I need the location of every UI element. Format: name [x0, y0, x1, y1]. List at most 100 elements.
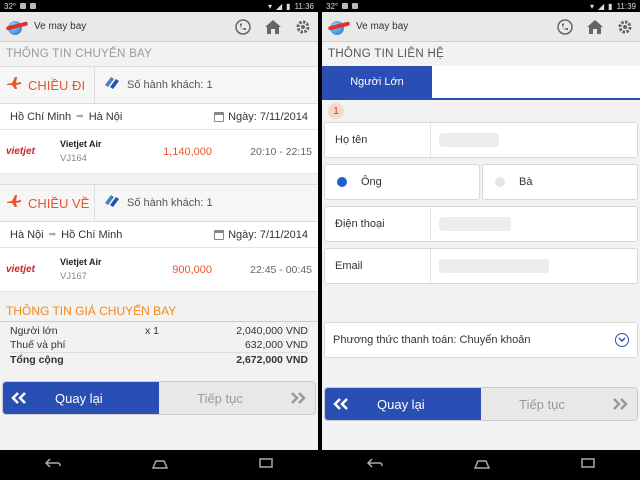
flight-row[interactable]: vietjet Vietjet Air VJ167 900,000 22:45 …	[0, 248, 318, 292]
home-nav-icon[interactable]	[472, 456, 492, 474]
arrow-right-icon: ➡	[76, 111, 84, 121]
double-chevron-right-icon	[281, 392, 315, 404]
route-from: Hà Nội	[10, 228, 44, 241]
back-button[interactable]: Quay lại	[3, 382, 159, 414]
app-title: Ve may bay	[356, 21, 409, 32]
status-time: 11:39	[616, 1, 636, 11]
app-bar: Ve may bay	[322, 12, 640, 42]
arrow-right-icon: ➡	[48, 229, 57, 239]
status-bar: 32° ▾ ◢ ▮ 11:39	[322, 0, 640, 12]
airline-name: Vietjet Air	[60, 257, 102, 267]
gender-option-male[interactable]: Ông	[324, 164, 480, 200]
outbound-header: CHIỀU ĐI Số hành khách: 1	[0, 66, 318, 104]
route-to: Hà Nội	[88, 110, 123, 123]
flight-date: Ngày: 7/11/2014	[228, 228, 308, 241]
notification-icon	[352, 3, 359, 9]
price-row-label: Tổng cộng	[10, 353, 64, 366]
flight-row[interactable]: vietjet Vietjet Air VJ164 1,140,000 20:1…	[0, 130, 318, 174]
recents-nav-icon[interactable]	[580, 456, 596, 474]
route-row: Hồ Chí Minh ➡ Hà Nội Ngày: 7/11/2014	[0, 104, 318, 130]
name-input[interactable]	[439, 133, 499, 147]
phone-label: Điện thoại	[325, 207, 431, 241]
price-section-title: THÔNG TIN GIÁ CHUYẾN BAY	[0, 300, 318, 322]
phone-input[interactable]	[439, 217, 511, 231]
nav-button-bar: Quay lại Tiếp tục	[324, 387, 638, 421]
signal-icon: ◢	[276, 1, 283, 11]
section-title: THÔNG TIN CHUYẾN BAY	[6, 48, 153, 60]
passenger-count: Số hành khách: 1	[127, 197, 213, 209]
back-button-label: Quay lại	[377, 396, 425, 412]
back-nav-icon[interactable]	[366, 456, 384, 474]
phone-field[interactable]: Điện thoại	[324, 206, 638, 242]
phone-icon[interactable]	[556, 18, 574, 36]
next-button-label: Tiếp tục	[519, 396, 565, 412]
signal-icon: ◢	[598, 1, 605, 11]
price-row-amount: 2,672,000 VND	[236, 353, 308, 366]
app-title: Ve may bay	[34, 21, 87, 32]
flight-price: 900,000	[172, 263, 212, 276]
vietjet-logo: vietjet	[6, 146, 35, 157]
airplane-icon	[6, 194, 22, 213]
flight-info-screen: 32° ▾ ◢ ▮ 11:36 Ve may bay THÔNG TIN CHUYẾN…	[0, 0, 318, 480]
radio-selected-icon	[337, 177, 347, 187]
home-nav-icon[interactable]	[150, 456, 170, 474]
notification-icon	[20, 3, 27, 9]
price-row-amount: 2,040,000 VND	[236, 325, 308, 337]
payment-method-value: Phương thức thanh toán: Chuyển khoản	[333, 334, 531, 346]
notification-icon	[30, 3, 37, 9]
price-row-label: Thuế và phí	[10, 339, 66, 351]
passenger-count: Số hành khách: 1	[127, 79, 213, 91]
flight-price: 1,140,000	[163, 145, 212, 158]
android-nav-bar	[322, 450, 640, 480]
contact-info-screen: 32° ▾ ◢ ▮ 11:39 Ve may bay THÔNG TIN LIÊN H…	[322, 0, 640, 480]
recents-nav-icon[interactable]	[258, 456, 274, 474]
return-header: CHIỀU VỀ Số hành khách: 1	[0, 184, 318, 222]
home-icon[interactable]	[586, 18, 604, 36]
price-total-row: Tổng cộng 2,672,000 VND	[10, 352, 308, 366]
back-button-label: Quay lại	[55, 390, 103, 406]
route-to: Hồ Chí Minh	[61, 228, 123, 241]
passenger-tabs: Người Lớn	[322, 66, 640, 100]
app-logo	[5, 18, 29, 36]
nav-button-bar: Quay lại Tiếp tục	[2, 381, 316, 415]
outbound-label: CHIỀU ĐI	[28, 77, 86, 93]
battery-icon: ▮	[286, 1, 291, 11]
tab-adult[interactable]: Người Lớn	[322, 66, 432, 98]
android-nav-bar	[0, 450, 318, 480]
airplane-icon	[6, 76, 22, 95]
price-row-label: Người lớn	[10, 325, 58, 337]
route-row: Hà Nội ➡ Hồ Chí Minh Ngày: 7/11/2014	[0, 222, 318, 248]
notification-icon	[342, 3, 349, 9]
next-button[interactable]: Tiếp tục	[159, 382, 315, 414]
battery-icon: ▮	[608, 1, 613, 11]
home-icon[interactable]	[264, 18, 282, 36]
calendar-icon	[214, 111, 225, 122]
next-button[interactable]: Tiếp tục	[481, 388, 637, 420]
email-input[interactable]	[439, 259, 549, 273]
payment-method-select[interactable]: Phương thức thanh toán: Chuyển khoản	[324, 322, 638, 358]
gender-female-label: Bà	[519, 176, 533, 188]
name-label: Họ tên	[325, 123, 431, 157]
gear-icon[interactable]	[294, 18, 312, 36]
status-bar: 32° ▾ ◢ ▮ 11:36	[0, 0, 318, 12]
email-field[interactable]: Email	[324, 248, 638, 284]
price-row: Thuế và phí 632,000 VND	[10, 338, 308, 352]
phone-icon[interactable]	[234, 18, 252, 36]
price-row-qty: x 1	[145, 325, 160, 337]
flight-time: 22:45 - 00:45	[250, 263, 312, 276]
back-button[interactable]: Quay lại	[325, 388, 481, 420]
gender-option-female[interactable]: Bà	[482, 164, 638, 200]
flight-date: Ngày: 7/11/2014	[228, 110, 308, 123]
step-badge: 1	[328, 103, 344, 119]
back-nav-icon[interactable]	[44, 456, 62, 474]
dual-screenshot: 32° ▾ ◢ ▮ 11:36 Ve may bay THÔNG TIN CHUYẾN…	[0, 0, 640, 480]
flight-time: 20:10 - 22:15	[250, 145, 312, 158]
name-field[interactable]: Họ tên	[324, 122, 638, 158]
gear-icon[interactable]	[616, 18, 634, 36]
wifi-icon: ▾	[267, 1, 272, 11]
status-time: 11:36	[294, 1, 314, 11]
app-logo	[327, 18, 351, 36]
gender-male-label: Ông	[361, 176, 382, 188]
chevron-down-icon	[615, 333, 629, 347]
double-chevron-left-icon	[325, 398, 357, 410]
